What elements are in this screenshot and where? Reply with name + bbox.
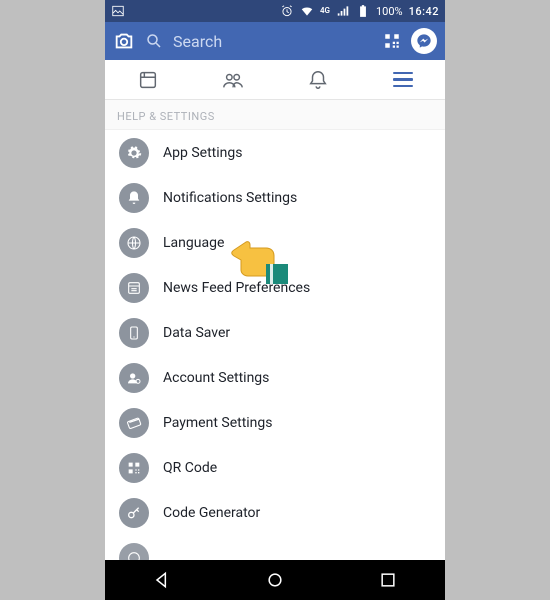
feed-pref-icon <box>119 273 149 303</box>
tab-feed[interactable] <box>105 60 190 99</box>
picture-icon <box>111 4 125 18</box>
battery-icon <box>356 4 370 18</box>
tab-menu[interactable] <box>360 60 445 99</box>
item-qr-code[interactable]: QR Code <box>105 445 445 490</box>
item-label: Data Saver <box>163 325 230 341</box>
camera-icon[interactable] <box>113 30 135 52</box>
key-icon <box>119 498 149 528</box>
wifi-icon <box>300 4 314 18</box>
item-label: App Settings <box>163 145 242 161</box>
tab-notifications[interactable] <box>275 60 360 99</box>
qr-icon <box>119 453 149 483</box>
network-label: 4G <box>320 7 330 15</box>
messenger-icon <box>416 33 432 49</box>
bell-fill-icon <box>119 183 149 213</box>
item-label: Account Settings <box>163 370 269 386</box>
hamburger-icon <box>393 72 413 88</box>
tab-bar <box>105 60 445 100</box>
item-code-generator[interactable]: Code Generator <box>105 490 445 535</box>
search-input[interactable]: Search <box>173 32 373 51</box>
item-label: Code Generator <box>163 505 260 521</box>
item-partial[interactable] <box>105 535 445 560</box>
nav-home-button[interactable] <box>265 570 285 590</box>
battery-text: 100% <box>376 5 403 18</box>
globe-icon <box>119 228 149 258</box>
alarm-icon <box>280 4 294 18</box>
item-label: Payment Settings <box>163 415 273 431</box>
status-bar: 4G 100% 16:42 <box>105 0 445 22</box>
item-account-settings[interactable]: Account Settings <box>105 355 445 400</box>
item-notifications-settings[interactable]: Notifications Settings <box>105 175 445 220</box>
friends-icon <box>222 69 244 91</box>
nav-back-button[interactable] <box>152 570 172 590</box>
item-label: Language <box>163 235 224 251</box>
item-payment-settings[interactable]: Payment Settings <box>105 400 445 445</box>
section-header: HELP & SETTINGS <box>105 100 445 130</box>
nav-recent-button[interactable] <box>378 570 398 590</box>
android-nav-bar <box>105 560 445 600</box>
card-icon <box>119 408 149 438</box>
feed-icon <box>137 69 159 91</box>
item-news-feed-preferences[interactable]: News Feed Preferences <box>105 265 445 310</box>
tab-friends[interactable] <box>190 60 275 99</box>
item-label: News Feed Preferences <box>163 280 310 296</box>
item-data-saver[interactable]: Data Saver <box>105 310 445 355</box>
item-label: Notifications Settings <box>163 190 297 206</box>
signal-icon <box>336 4 350 18</box>
clock-text: 16:42 <box>409 5 439 18</box>
account-icon <box>119 363 149 393</box>
more-icon <box>119 543 149 561</box>
phone-icon <box>119 318 149 348</box>
messenger-button[interactable] <box>411 28 437 54</box>
settings-list: App Settings Notifications Settings Lang… <box>105 130 445 560</box>
gear-icon <box>119 138 149 168</box>
item-language[interactable]: Language <box>105 220 445 265</box>
app-bar: Search <box>105 22 445 60</box>
bell-icon <box>307 69 329 91</box>
search-icon[interactable] <box>145 32 163 50</box>
phone-frame: 4G 100% 16:42 Search HELP & SETTINGS <box>105 0 445 600</box>
item-app-settings[interactable]: App Settings <box>105 130 445 175</box>
qr-scan-icon[interactable] <box>383 32 401 50</box>
item-label: QR Code <box>163 460 217 476</box>
